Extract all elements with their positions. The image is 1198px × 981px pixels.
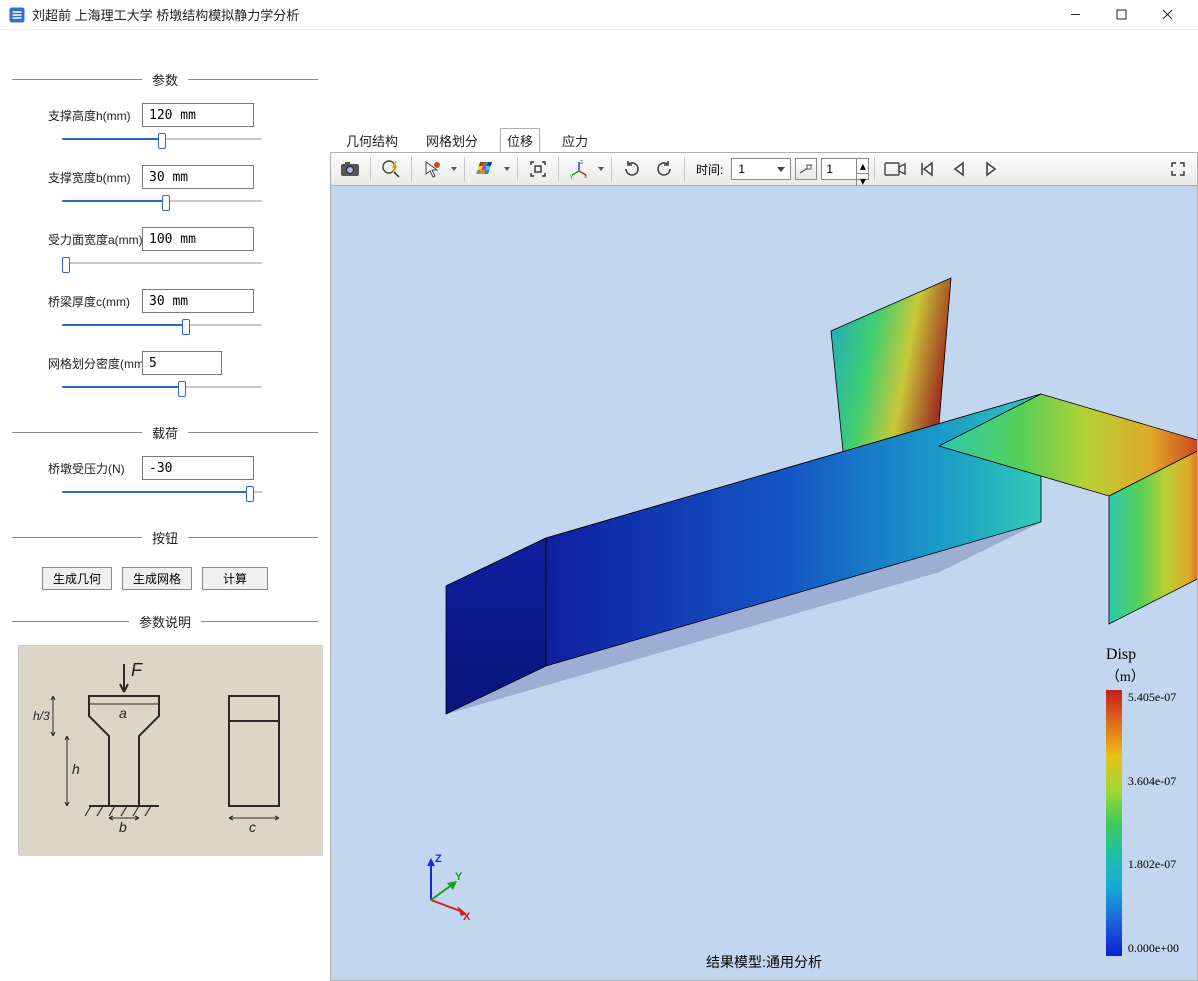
zoom-lightning-icon[interactable]: [376, 155, 406, 183]
side-panel: 参数 支撑高度h(mm) 支撑宽度b(mm) 受力面宽度a(mm) 桥梁厚度c(…: [0, 30, 330, 981]
svg-text:Y: Y: [455, 871, 463, 883]
minimize-button[interactable]: [1052, 0, 1098, 30]
tab-bar: 几何结构 网格划分 位移 应力: [330, 130, 1198, 152]
param-sketch-image: F a h h/3 b c: [18, 645, 322, 855]
group-buttons: 按钮: [142, 528, 188, 547]
play-icon[interactable]: [976, 155, 1006, 183]
svg-text:z: z: [580, 160, 583, 166]
tab-displacement[interactable]: 位移: [500, 128, 540, 152]
time-select[interactable]: 1: [731, 158, 791, 180]
camera-video-icon[interactable]: [880, 155, 910, 183]
generate-mesh-button[interactable]: 生成网格: [122, 567, 192, 590]
param-b-slider[interactable]: [62, 193, 262, 209]
axes-orientation-dropdown[interactable]: [596, 167, 606, 171]
rotate-ccw-icon[interactable]: [649, 155, 679, 183]
step-slider-button[interactable]: [795, 158, 817, 180]
load-f-slider[interactable]: [62, 484, 262, 500]
svg-text:h/3: h/3: [33, 709, 50, 723]
first-frame-icon[interactable]: [912, 155, 942, 183]
svg-text:a: a: [119, 705, 127, 721]
prev-frame-icon[interactable]: [944, 155, 974, 183]
frame-spinner[interactable]: 1▴▾: [821, 158, 869, 180]
group-load: 载荷: [142, 423, 188, 442]
legend-tick: 1.802e-07: [1128, 857, 1179, 872]
generate-geometry-button[interactable]: 生成几何: [42, 567, 112, 590]
legend-tick: 0.000e+00: [1128, 941, 1179, 956]
colormap-icon[interactable]: [470, 155, 500, 183]
fit-view-icon[interactable]: [523, 155, 553, 183]
axes-orientation-icon[interactable]: z x y: [564, 155, 594, 183]
titlebar: 刘超前 上海理工大学 桥墩结构模拟静力学分析: [0, 0, 1198, 30]
load-f-input[interactable]: [142, 456, 254, 480]
viewport-toolbar: z x y 时间: 1 1▴▾: [330, 152, 1198, 186]
param-h-slider[interactable]: [62, 131, 262, 147]
svg-text:y: y: [570, 174, 573, 179]
load-f-label: 桥墩受压力(N): [48, 460, 142, 477]
group-explain: 参数说明: [129, 612, 201, 631]
svg-text:b: b: [119, 819, 127, 835]
param-mesh-input[interactable]: [142, 351, 222, 375]
tab-mesh[interactable]: 网格划分: [420, 129, 484, 152]
snapshot-icon[interactable]: [335, 155, 365, 183]
time-label: 时间:: [690, 161, 729, 178]
close-button[interactable]: [1144, 0, 1190, 30]
maximize-button[interactable]: [1098, 0, 1144, 30]
svg-text:h: h: [72, 761, 80, 777]
result-model-label: 结果模型:通用分析: [706, 952, 822, 972]
param-mesh-label: 网格划分密度(mm): [48, 355, 142, 372]
param-b-input[interactable]: [142, 165, 254, 189]
param-a-label: 受力面宽度a(mm): [48, 231, 142, 248]
expand-viewport-icon[interactable]: [1163, 155, 1193, 183]
main-area: 几何结构 网格划分 位移 应力 z x y 时间: 1: [330, 30, 1198, 981]
param-a-input[interactable]: [142, 227, 254, 251]
param-h-input[interactable]: [142, 103, 254, 127]
viewport-3d[interactable]: Z Y X Disp （m） 5.405e-07 3.604e-07 1.802…: [330, 186, 1198, 981]
param-mesh-slider[interactable]: [62, 379, 262, 395]
legend-tick: 5.405e-07: [1128, 690, 1179, 705]
param-c-slider[interactable]: [62, 317, 262, 333]
orientation-triad: Z Y X: [411, 850, 481, 920]
group-params: 参数: [142, 70, 188, 89]
tab-stress[interactable]: 应力: [556, 129, 594, 152]
legend-tick: 3.604e-07: [1128, 774, 1179, 789]
param-a-slider[interactable]: [62, 255, 262, 271]
app-icon: [8, 6, 26, 24]
colormap-dropdown[interactable]: [502, 167, 512, 171]
legend-bar: [1106, 690, 1122, 956]
window-title: 刘超前 上海理工大学 桥墩结构模拟静力学分析: [32, 5, 1052, 24]
legend-title: Disp: [1106, 646, 1179, 664]
param-c-label: 桥梁厚度c(mm): [48, 293, 142, 310]
model-render: [391, 256, 1198, 816]
color-legend: Disp （m） 5.405e-07 3.604e-07 1.802e-07 0…: [1106, 646, 1179, 956]
tab-geometry[interactable]: 几何结构: [340, 129, 404, 152]
svg-text:F: F: [131, 660, 143, 680]
rotate-cw-icon[interactable]: [617, 155, 647, 183]
svg-text:X: X: [463, 911, 471, 920]
select-mode-icon[interactable]: [417, 155, 447, 183]
select-mode-dropdown[interactable]: [449, 167, 459, 171]
param-c-input[interactable]: [142, 289, 254, 313]
svg-text:Z: Z: [435, 853, 442, 865]
svg-text:c: c: [249, 819, 256, 835]
param-b-label: 支撑宽度b(mm): [48, 169, 142, 186]
svg-text:x: x: [584, 174, 587, 179]
calculate-button[interactable]: 计算: [202, 567, 268, 590]
legend-unit: （m）: [1106, 666, 1179, 686]
param-h-label: 支撑高度h(mm): [48, 107, 142, 124]
